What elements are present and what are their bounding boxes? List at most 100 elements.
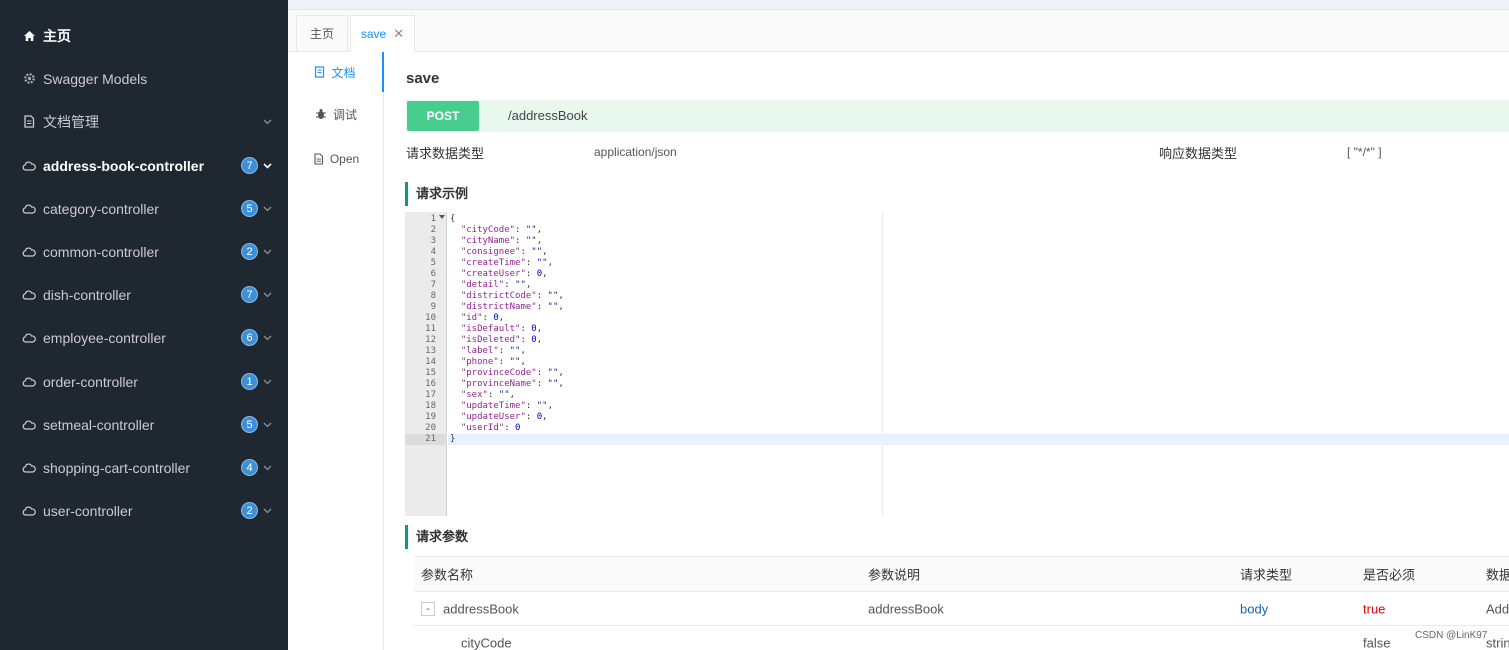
count-badge: 5 bbox=[241, 416, 258, 433]
code-line: "consignee": "", bbox=[460, 247, 548, 257]
code-line: "label": "", bbox=[460, 346, 526, 356]
cloud-icon bbox=[22, 504, 36, 518]
tab-home[interactable]: 主页 bbox=[296, 15, 348, 52]
code-line: "updateUser": 0, bbox=[460, 412, 548, 422]
chevron-down-icon[interactable] bbox=[262, 420, 272, 430]
sidebar-item[interactable]: category-controller 5 bbox=[0, 187, 288, 230]
line-number: 1 bbox=[430, 214, 436, 224]
sidebar-item-label: dish-controller bbox=[43, 286, 131, 303]
col-name: 参数名称 bbox=[421, 567, 474, 583]
submenu-open[interactable]: Open bbox=[288, 139, 384, 179]
sidebar-item-label: employee-controller bbox=[43, 329, 166, 346]
method-row: POST /addressBook bbox=[406, 100, 1509, 132]
chevron-down-icon[interactable] bbox=[262, 463, 272, 473]
submenu-open-label: Open bbox=[329, 152, 360, 166]
line-number: 20 bbox=[425, 423, 436, 433]
section-request-params: 请求参数 bbox=[405, 525, 468, 549]
tab-save-label: save bbox=[360, 26, 387, 41]
sidebar-item-label: common-controller bbox=[43, 243, 159, 260]
code-line: "isDefault": 0, bbox=[460, 324, 543, 334]
submenu-doc-label: 文档 bbox=[331, 65, 356, 80]
param-name: cityCode bbox=[461, 635, 512, 650]
cloud-icon bbox=[22, 202, 36, 216]
endpoint-path: /addressBook bbox=[508, 108, 588, 123]
chevron-down-icon[interactable] bbox=[262, 506, 272, 516]
collapse-button[interactable]: - bbox=[421, 602, 435, 616]
count-badge: 1 bbox=[241, 373, 258, 390]
col-type: 数据 bbox=[1486, 567, 1509, 583]
line-number: 13 bbox=[425, 346, 436, 356]
sidebar-item-label: address-book-controller bbox=[43, 157, 205, 174]
fold-arrow-icon[interactable] bbox=[439, 215, 445, 219]
cloud-icon bbox=[22, 288, 36, 302]
sidebar-item[interactable]: Swagger Models bbox=[0, 57, 288, 100]
doc-main: save POST /addressBook 请求数据类型 applicatio… bbox=[384, 52, 1509, 650]
sidebar-item[interactable]: 主页 bbox=[0, 14, 288, 57]
sidebar-item[interactable]: order-controller 1 bbox=[0, 360, 288, 403]
submenu-debug-label: 调试 bbox=[332, 107, 357, 122]
code-editor[interactable]: 1 2 3 4 5 6 7 8 9 10 11 12 13 14 15 16 17 18 19 20 21 { "cit… bbox=[405, 212, 1509, 516]
chevron-down-icon[interactable] bbox=[262, 247, 272, 257]
code-line: "detail": "", bbox=[460, 280, 532, 290]
line-number: 10 bbox=[425, 313, 436, 323]
count-badge: 2 bbox=[241, 243, 258, 260]
code-line: "districtName": "", bbox=[460, 302, 564, 312]
request-type-label: 请求数据类型 bbox=[406, 146, 485, 161]
sidebar-item-label: 文档管理 bbox=[43, 113, 99, 130]
sidebar-item[interactable]: user-controller 2 bbox=[0, 489, 288, 532]
sidebar: 主页 Swagger Models 文档管理 address-book-control… bbox=[0, 0, 288, 650]
col-in: 请求类型 bbox=[1240, 567, 1293, 583]
count-badge: 5 bbox=[241, 200, 258, 217]
bug-icon bbox=[315, 108, 327, 120]
table-row: cityCode false strin bbox=[414, 626, 1509, 650]
sidebar-item[interactable]: shopping-cart-controller 4 bbox=[0, 446, 288, 489]
col-desc: 参数说明 bbox=[868, 567, 921, 583]
line-number: 14 bbox=[425, 357, 436, 367]
param-type: strin bbox=[1486, 635, 1509, 650]
code-line: "userId": 0 bbox=[460, 423, 521, 433]
line-number: 7 bbox=[430, 280, 436, 290]
chevron-down-icon[interactable] bbox=[262, 161, 272, 171]
line-number: 11 bbox=[425, 324, 436, 334]
chevron-down-icon[interactable] bbox=[262, 377, 272, 387]
print-margin bbox=[882, 212, 883, 516]
code-line: { bbox=[450, 214, 456, 224]
line-number: 4 bbox=[430, 247, 436, 257]
submenu-doc[interactable]: 文档 bbox=[288, 52, 384, 92]
line-number: 9 bbox=[430, 302, 436, 312]
line-number: 2 bbox=[430, 225, 436, 235]
response-type-label: 响应数据类型 bbox=[1159, 146, 1238, 161]
line-number: 3 bbox=[430, 236, 436, 246]
section-request-example: 请求示例 bbox=[405, 182, 468, 206]
count-badge: 4 bbox=[241, 459, 258, 476]
document-icon bbox=[22, 115, 36, 129]
line-number: 15 bbox=[425, 368, 436, 378]
code-line: "provinceCode": "", bbox=[460, 368, 564, 378]
response-type-value: [ "*/*" ] bbox=[1347, 145, 1382, 159]
cloud-icon bbox=[22, 375, 36, 389]
count-badge: 6 bbox=[241, 329, 258, 346]
sidebar-item[interactable]: dish-controller 7 bbox=[0, 273, 288, 316]
code-line: "createTime": "", bbox=[460, 258, 553, 268]
cloud-icon bbox=[22, 159, 36, 173]
chevron-down-icon[interactable] bbox=[262, 333, 272, 343]
chevron-down-icon[interactable] bbox=[262, 117, 272, 127]
chevron-down-icon[interactable] bbox=[262, 204, 272, 214]
chevron-down-icon[interactable] bbox=[262, 290, 272, 300]
cloud-icon bbox=[22, 418, 36, 432]
sidebar-item[interactable]: setmeal-controller 5 bbox=[0, 403, 288, 446]
sidebar-item[interactable]: address-book-controller 7 bbox=[0, 144, 288, 187]
submenu-debug[interactable]: 调试 bbox=[288, 94, 384, 134]
line-number: 6 bbox=[430, 269, 436, 279]
table-row: - addressBook addressBook body true Add bbox=[414, 592, 1509, 626]
sidebar-item[interactable]: common-controller 2 bbox=[0, 230, 288, 273]
sidebar-item-label: 主页 bbox=[43, 27, 71, 44]
sidebar-item[interactable]: employee-controller 6 bbox=[0, 316, 288, 359]
tab-save[interactable]: save ✕ bbox=[350, 15, 415, 52]
sidebar-item-label: Swagger Models bbox=[43, 70, 148, 87]
close-icon[interactable]: ✕ bbox=[393, 26, 404, 42]
code-line: "isDeleted": 0, bbox=[460, 335, 543, 345]
line-number: 12 bbox=[425, 335, 436, 345]
param-type: Add bbox=[1486, 601, 1509, 616]
sidebar-item[interactable]: 文档管理 bbox=[0, 100, 288, 143]
